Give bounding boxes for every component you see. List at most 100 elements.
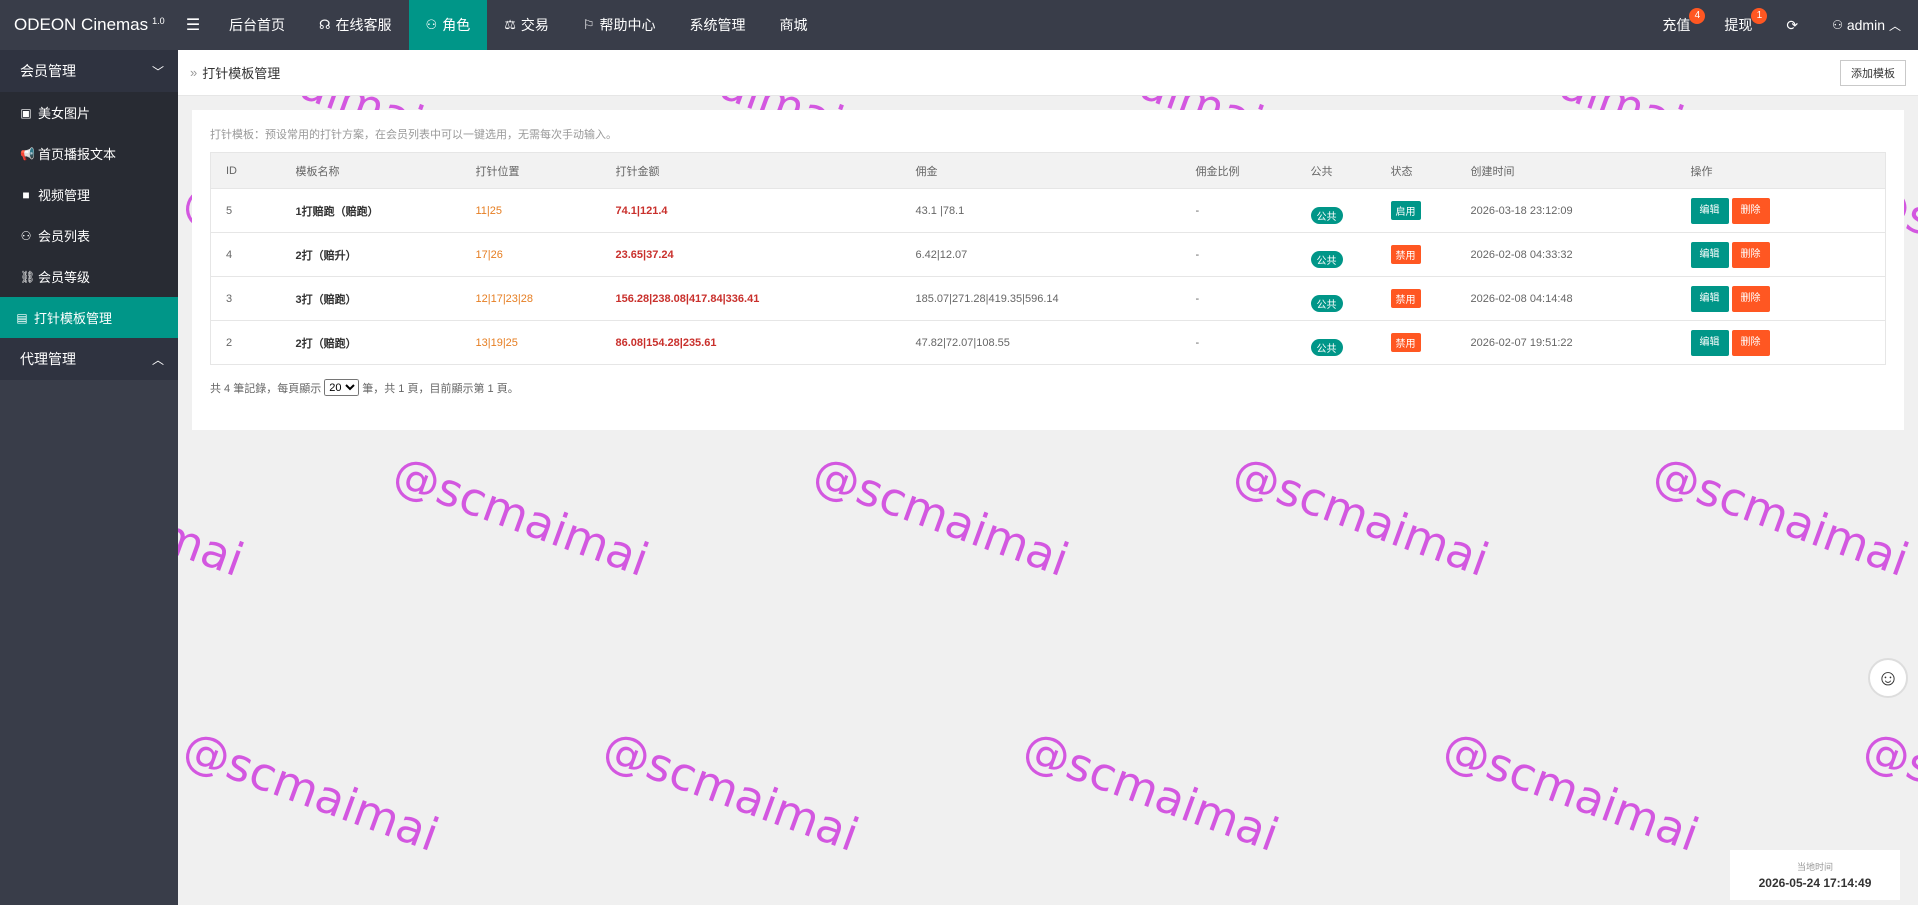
sidebar-item-label: 会员列表 xyxy=(38,229,91,244)
delete-button[interactable]: 删除 xyxy=(1731,329,1770,356)
actions-cell: 编辑 删除 xyxy=(1675,320,1886,365)
inject-amount-cell: 23.65|37.24 xyxy=(600,232,901,277)
commission-cell: 47.82|72.07|108.55 xyxy=(900,320,1181,365)
sidebar-item-5[interactable]: ▤ 打针模板管理 xyxy=(0,297,178,338)
created-time-cell: 2026-02-08 04:14:48 xyxy=(1455,276,1676,321)
nav-item-label: 在线客服 xyxy=(335,17,392,33)
local-time-label: 当地时间 xyxy=(1796,862,1833,872)
public-badge-cell: 公共 xyxy=(1295,276,1376,321)
column-header: 佣金比例 xyxy=(1180,152,1296,189)
app-logo[interactable]: ODEON Cinemas 1.0 xyxy=(0,0,178,50)
public-badge-cell: 公共 xyxy=(1295,188,1376,233)
table-body: 5 1打赔跑（赔跑） 11|25 74.1|121.4 43.1 |78.1 - 公共 启用 2… xyxy=(210,188,1886,365)
inject-position: 11|25 xyxy=(475,204,503,217)
template-name-cell: 1打赔跑（赔跑） xyxy=(280,188,461,233)
nav-item-3[interactable]: ⚖ 交易 xyxy=(487,0,566,50)
delete-button[interactable]: 删除 xyxy=(1731,197,1770,224)
sidebar-item-label: 首页播报文本 xyxy=(38,147,117,162)
sidebar-item-label: 会员等级 xyxy=(38,270,91,285)
link-icon: ⛓ xyxy=(20,269,36,284)
sidebar-item-0[interactable]: ▣ 美女图片 xyxy=(0,92,178,133)
edit-button[interactable]: 编辑 xyxy=(1690,197,1729,224)
chevron-down-icon: ﹀ xyxy=(151,64,164,79)
user-icon: ⚇ xyxy=(425,17,438,32)
double-chevron-icon: » xyxy=(190,65,198,80)
public-badge-cell: 公共 xyxy=(1295,232,1376,277)
template-name-cell: 3打（赔跑） xyxy=(280,276,461,321)
add-template-button[interactable]: 添加模板 xyxy=(1840,59,1906,86)
top-bar: ODEON Cinemas 1.0 ☰ 后台首页 ☊ 在线客服 ⚇ 角色 ⚖ 交易 ⚐ 帮助中心 系… xyxy=(0,0,1918,50)
nav-item-1[interactable]: ☊ 在线客服 xyxy=(302,0,409,50)
table-row: 5 1打赔跑（赔跑） 11|25 74.1|121.4 43.1 |78.1 - 公共 启用 2… xyxy=(210,188,1886,233)
image-icon: ▣ xyxy=(20,105,32,120)
pager-suffix: 筆，共 1 頁，目前顯示第 1 頁。 xyxy=(362,382,519,395)
public-badge: 公共 xyxy=(1310,207,1343,224)
public-badge: 公共 xyxy=(1310,295,1343,312)
created-time: 2026-02-08 04:33:32 xyxy=(1470,248,1573,261)
video-icon: ■ xyxy=(22,187,30,202)
template-name: 1打赔跑（赔跑） xyxy=(295,205,379,218)
column-header: 打针位置 xyxy=(460,152,601,189)
chevron-up-icon: ︿ xyxy=(151,352,164,367)
public-badge-cell: 公共 xyxy=(1295,320,1376,365)
commission: 43.1 |78.1 xyxy=(915,204,965,217)
status-badge-cell: 禁用 xyxy=(1375,276,1456,321)
commission-ratio: - xyxy=(1195,204,1200,217)
recharge-button[interactable]: 充值 4 xyxy=(1645,0,1707,50)
withdraw-button[interactable]: 提现 1 xyxy=(1707,0,1769,50)
delete-button[interactable]: 删除 xyxy=(1731,285,1770,312)
breadcrumb: » 打针模板管理 添加模板 xyxy=(178,50,1918,96)
sidebar-item-2[interactable]: ■ 视频管理 xyxy=(0,174,178,215)
per-page-select[interactable]: 20 xyxy=(324,379,360,396)
column-header: 公共 xyxy=(1295,152,1376,189)
commission: 185.07|271.28|419.35|596.14 xyxy=(915,292,1059,305)
edit-button[interactable]: 编辑 xyxy=(1690,285,1729,312)
inject-position-cell: 12|17|23|28 xyxy=(460,276,601,321)
headset-icon: ☊ xyxy=(319,17,331,32)
sidebar-item-label: 打针模板管理 xyxy=(34,311,113,326)
nav-item-2[interactable]: ⚇ 角色 xyxy=(408,0,488,50)
sidebar-item-label: 视频管理 xyxy=(38,188,91,203)
commission-ratio: - xyxy=(1195,292,1200,305)
nav-item-label: 后台首页 xyxy=(229,17,285,33)
column-header: 佣金 xyxy=(900,152,1181,189)
status-badge: 启用 xyxy=(1390,201,1421,220)
top-nav: 后台首页 ☊ 在线客服 ⚇ 角色 ⚖ 交易 ⚐ 帮助中心 系统管理 商城 xyxy=(212,0,825,50)
inject-position-cell: 17|26 xyxy=(460,232,601,277)
sidebar-item-3[interactable]: ⚇ 会员列表 xyxy=(0,215,178,256)
row-id: 5 xyxy=(226,204,233,217)
column-header: 操作 xyxy=(1675,152,1886,189)
delete-button[interactable]: 删除 xyxy=(1731,241,1770,268)
nav-item-0[interactable]: 后台首页 xyxy=(212,0,302,50)
column-header: 创建时间 xyxy=(1455,152,1676,189)
support-avatar[interactable]: ☺ xyxy=(1868,658,1908,698)
sidebar-item-1[interactable]: 📢 首页播报文本 xyxy=(0,133,178,174)
sidebar-group-label: 会员管理 xyxy=(20,63,76,79)
sidebar-item-4[interactable]: ⛓ 会员等级 xyxy=(0,256,178,297)
nav-item-5[interactable]: 系统管理 xyxy=(673,0,763,50)
nav-item-6[interactable]: 商城 xyxy=(763,0,825,50)
flag-icon: ⚐ xyxy=(582,17,595,32)
nav-item-label: 角色 xyxy=(442,17,471,33)
refresh-icon[interactable]: ⟳ xyxy=(1769,0,1815,50)
row-id-cell: 3 xyxy=(210,276,281,321)
inject-amount: 156.28|238.08|417.84|336.41 xyxy=(615,292,760,305)
commission-cell: 43.1 |78.1 xyxy=(900,188,1181,233)
template-table: ID 模板名称 打针位置 打针金额 佣金 佣金比例 公共 状态 创建时间 操作 5 1打赔跑（赔跑）… xyxy=(210,152,1886,365)
row-id-cell: 5 xyxy=(210,188,281,233)
user-name: admin xyxy=(1846,17,1885,33)
sidebar-group-member[interactable]: 会员管理 ﹀ xyxy=(0,50,178,92)
sidebar-group-agent[interactable]: 代理管理 ︿ xyxy=(0,338,178,380)
edit-button[interactable]: 编辑 xyxy=(1690,241,1729,268)
user-menu[interactable]: ⚇ admin ︿ xyxy=(1815,0,1918,50)
template-name-cell: 2打（赔升） xyxy=(280,232,461,277)
edit-button[interactable]: 编辑 xyxy=(1690,329,1729,356)
table-row: 3 3打（赔跑） 12|17|23|28 156.28|238.08|417.84|3… xyxy=(210,276,1886,321)
row-id: 4 xyxy=(226,248,233,261)
inject-position: 13|19|25 xyxy=(475,336,518,349)
nav-item-4[interactable]: ⚐ 帮助中心 xyxy=(566,0,673,50)
commission-ratio: - xyxy=(1195,248,1200,261)
menu-toggle-icon[interactable]: ☰ xyxy=(178,15,208,35)
pager-prefix: 共 4 筆記錄，每頁顯示 xyxy=(210,382,322,395)
inject-amount-cell: 74.1|121.4 xyxy=(600,188,901,233)
